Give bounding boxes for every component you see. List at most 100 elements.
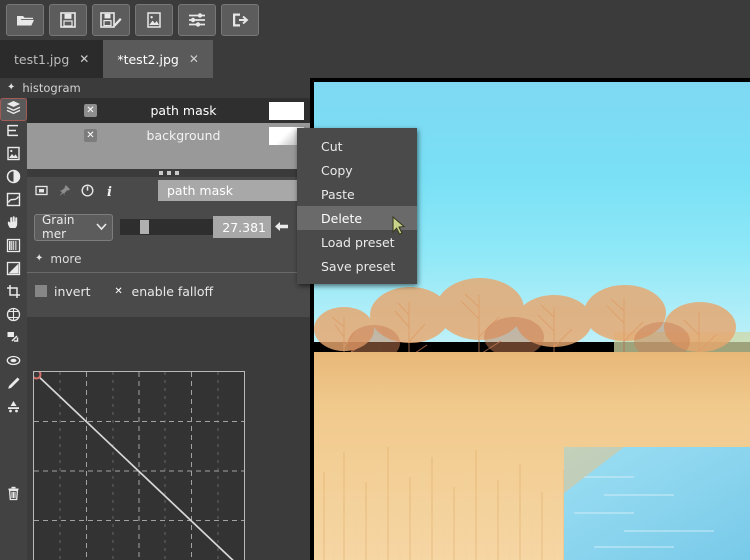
rail-item-hand[interactable]: [0, 213, 27, 236]
rail-item-list[interactable]: [0, 121, 27, 144]
module-name-field[interactable]: path mask: [158, 180, 310, 201]
water-ripples: [564, 447, 714, 548]
expand-icon[interactable]: ✦: [7, 83, 15, 93]
tool-rail: [0, 98, 27, 560]
expand-icon: ✦: [35, 253, 44, 264]
rail-item-ellipse[interactable]: [0, 351, 27, 374]
layer-row-path-mask[interactable]: ✕ path mask: [27, 98, 310, 123]
opacity-slider-handle[interactable]: [140, 220, 150, 234]
retouch-icon: [6, 399, 21, 418]
context-menu-item-load-preset[interactable]: Load preset: [297, 230, 417, 254]
quit-icon: [230, 11, 250, 29]
context-menu-item-delete[interactable]: Delete: [297, 206, 417, 230]
module-body: Grain mer 27.381 ✦ more invert ✕ enable …: [27, 204, 310, 317]
dither-icon: [6, 238, 21, 257]
rail-item-gradient[interactable]: [0, 259, 27, 282]
gradient-icon: [6, 261, 21, 280]
open-button[interactable]: [6, 4, 44, 36]
tab-close-icon[interactable]: ✕: [79, 52, 89, 66]
save-as-button[interactable]: [92, 4, 130, 36]
quit-button[interactable]: [221, 4, 259, 36]
pin-icon[interactable]: [58, 184, 71, 197]
enable-falloff-checkbox[interactable]: ✕: [113, 285, 125, 297]
rail-item-dither[interactable]: [0, 236, 27, 259]
perspective-icon: [6, 307, 21, 326]
opacity-value-field[interactable]: 27.381: [213, 216, 271, 238]
save-button[interactable]: [49, 4, 87, 36]
more-label: more: [50, 252, 82, 266]
settings-sliders-icon: [187, 11, 207, 29]
resize-dot: [166, 171, 171, 175]
layer-row-background[interactable]: ✕ background: [27, 123, 310, 148]
rail-item-pen[interactable]: [0, 374, 27, 397]
svg-text:i: i: [107, 185, 112, 198]
histogram-label: histogram: [22, 81, 81, 95]
rail-item-crop[interactable]: [0, 282, 27, 305]
left-tool-panel: ✦ histogram ✕ path mask ✕ background i p…: [0, 78, 310, 560]
layer-visibility-toggle[interactable]: ✕: [84, 129, 97, 142]
resize-dot: [158, 171, 163, 175]
open-icon: [15, 11, 35, 29]
layer-visibility-toggle[interactable]: ✕: [84, 104, 97, 117]
tab-label: test1.jpg: [14, 51, 70, 67]
context-menu-item-save-preset[interactable]: Save preset: [297, 254, 417, 278]
delete-layer-button[interactable]: [0, 483, 27, 507]
application-window: test1.jpg ✕ *test2.jpg ✕ ✦ histogram ✕ p…: [0, 0, 750, 560]
resize-dot: [174, 171, 179, 175]
hand-icon: [6, 215, 21, 234]
layers-icon: [6, 100, 21, 119]
stop-square-icon[interactable]: [35, 184, 48, 197]
context-menu-item-cut[interactable]: Cut: [297, 134, 417, 158]
tab-close-icon[interactable]: ✕: [189, 52, 199, 66]
falloff-curve-section: in: 0,0 out: 100,0: [27, 371, 310, 560]
context-menu-item-paste[interactable]: Paste: [297, 182, 417, 206]
blend-mode-row: Grain mer 27.381: [27, 212, 310, 242]
blend-mode-value: Grain mer: [42, 213, 75, 241]
module-separator: [27, 272, 310, 273]
context-menu: Cut Copy Paste Delete Load preset Save p…: [297, 128, 417, 284]
layers-list-empty-area[interactable]: [27, 151, 310, 169]
list-tree-icon: [6, 123, 21, 142]
info-icon[interactable]: i: [104, 184, 114, 198]
rail-item-curve[interactable]: [0, 190, 27, 213]
rail-item-retouch[interactable]: [0, 397, 27, 420]
more-options-toggle[interactable]: ✦ more: [27, 248, 310, 270]
crop-icon: [6, 284, 21, 303]
module-panel: i path mask Grain mer 27.381 ✦ more inve…: [27, 177, 310, 317]
histogram-header[interactable]: ✦ histogram: [0, 78, 310, 98]
invert-checkbox[interactable]: [35, 285, 47, 297]
enable-falloff-label[interactable]: enable falloff: [132, 284, 214, 299]
rail-item-perspective[interactable]: [0, 305, 27, 328]
tab-test2[interactable]: *test2.jpg ✕: [103, 40, 213, 78]
export-image-button[interactable]: [135, 4, 173, 36]
tab-strip-filler: [212, 40, 750, 78]
rail-item-layers[interactable]: [0, 98, 27, 121]
rail-item-contrast[interactable]: [0, 167, 27, 190]
invert-label[interactable]: invert: [54, 284, 91, 299]
image-icon: [6, 146, 21, 165]
opacity-slider[interactable]: [120, 219, 213, 235]
falloff-curve-widget[interactable]: [33, 371, 245, 560]
blend-mode-dropdown[interactable]: Grain mer: [34, 213, 113, 241]
contrast-icon: [6, 169, 21, 188]
main-toolbar: [0, 0, 750, 40]
rail-item-sharpen[interactable]: [0, 328, 27, 351]
rail-item-image[interactable]: [0, 144, 27, 167]
sharpen-icon: [6, 330, 21, 349]
module-header: i path mask: [27, 177, 310, 204]
tab-label: *test2.jpg: [117, 51, 179, 67]
curve-icon: [6, 192, 21, 211]
export-image-icon: [145, 11, 163, 29]
panel-resize-handle[interactable]: [27, 169, 310, 177]
layers-list: ✕ path mask ✕ background: [27, 98, 310, 151]
settings-button[interactable]: [178, 4, 216, 36]
chevron-down-icon: [96, 220, 107, 234]
save-as-icon: [100, 11, 122, 29]
document-tab-strip: test1.jpg ✕ *test2.jpg ✕: [0, 40, 750, 78]
power-icon[interactable]: [81, 184, 94, 197]
context-menu-item-copy[interactable]: Copy: [297, 158, 417, 182]
mask-options-row: invert ✕ enable falloff: [27, 280, 310, 302]
tab-test1[interactable]: test1.jpg ✕: [0, 40, 104, 78]
pen-icon: [6, 376, 21, 395]
reset-arrow-icon[interactable]: [274, 218, 289, 237]
